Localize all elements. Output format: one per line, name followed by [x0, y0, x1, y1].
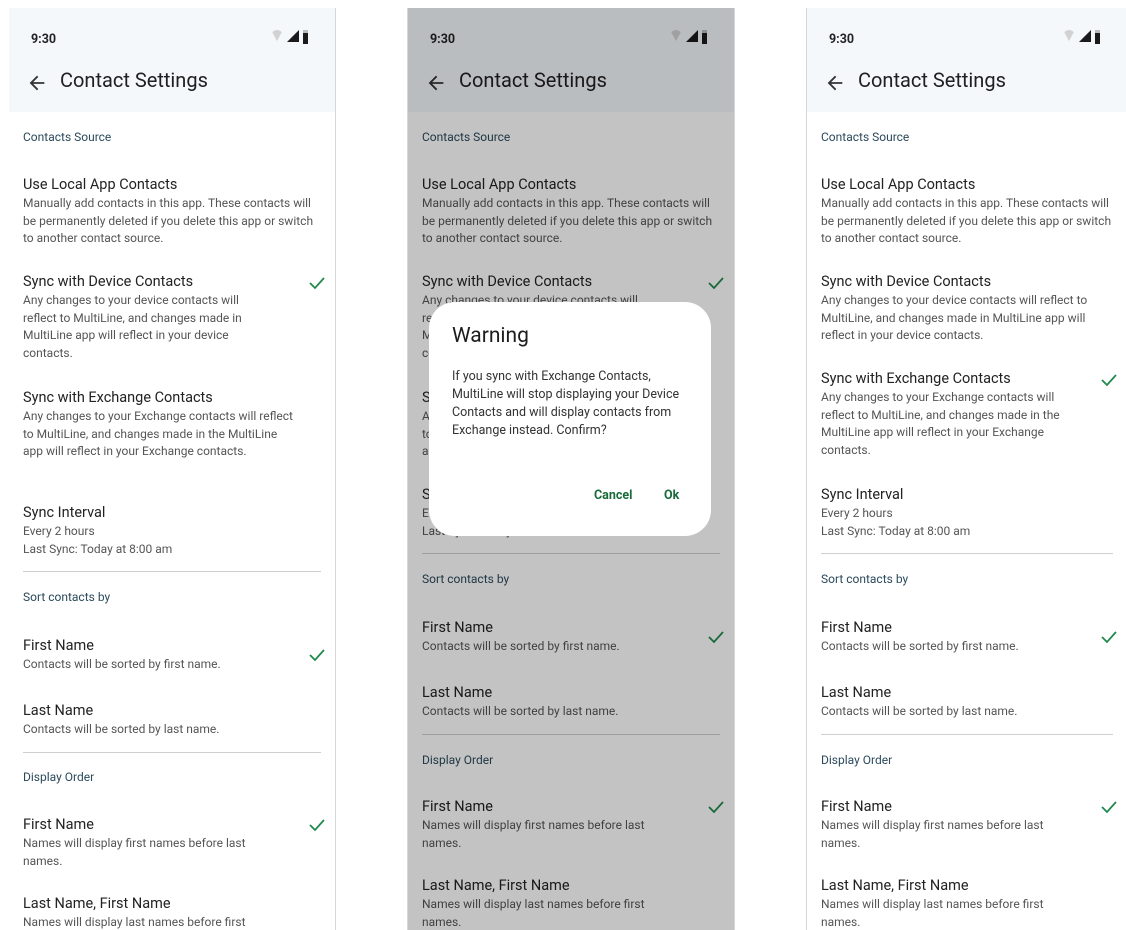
status-time: 9:30: [829, 32, 855, 47]
back-arrow-icon[interactable]: [26, 72, 48, 94]
app-bar: 9:30 Contact Settings: [9, 8, 335, 112]
divider: [821, 553, 1113, 554]
option-description: Any changes to your Exchange contacts wi…: [23, 409, 293, 458]
option-title: Sync Interval: [821, 486, 904, 503]
app-bar: 9:30 Contact Settings: [807, 8, 1126, 112]
option-display-first-name[interactable]: First Name Names will display first name…: [821, 798, 1067, 852]
option-description: Names will display last names before fir…: [821, 897, 1044, 929]
section-header-contacts-source: Contacts Source: [821, 130, 910, 144]
option-local-contacts[interactable]: Use Local App Contacts Manually add cont…: [23, 176, 321, 248]
option-display-last-first[interactable]: Last Name, First Name Names will display…: [821, 877, 1067, 930]
status-time: 9:30: [31, 32, 57, 47]
last-sync-text: Last Sync: Today at 8:00 am: [821, 523, 971, 538]
option-description: Any changes to your Exchange contacts wi…: [821, 390, 1060, 457]
option-display-last-first[interactable]: Last Name, First Name Names will display…: [23, 895, 275, 930]
option-title: Sync with Exchange Contacts: [821, 370, 1011, 387]
option-sort-last-name[interactable]: Last Name Contacts will be sorted by las…: [821, 684, 1113, 721]
option-sort-first-name[interactable]: First Name Contacts will be sorted by fi…: [821, 619, 1113, 656]
page-title: Contact Settings: [60, 68, 208, 92]
last-sync-text: Last Sync: Today at 8:00 am: [23, 541, 173, 556]
option-title: Sync with Device Contacts: [821, 273, 992, 290]
option-exchange-contacts[interactable]: Sync with Exchange Contacts Any changes …: [821, 370, 1067, 459]
option-description: Contacts will be sorted by first name.: [821, 639, 1019, 653]
option-description: Names will display first names before la…: [821, 818, 1044, 850]
option-sync-interval[interactable]: Sync Interval Every 2 hours Last Sync: T…: [821, 486, 1113, 540]
option-description: Any changes to your device contacts will…: [821, 293, 1088, 342]
option-device-contacts[interactable]: Sync with Device Contacts Any changes to…: [23, 273, 275, 362]
option-description: Any changes to your device contacts will…: [23, 293, 242, 360]
section-header-contacts-source: Contacts Source: [23, 130, 112, 144]
option-display-first-name[interactable]: First Name Names will display first name…: [23, 816, 275, 870]
option-exchange-contacts[interactable]: Sync with Exchange Contacts Any changes …: [23, 389, 295, 461]
check-icon: [309, 649, 325, 662]
option-description: Names will display first names before la…: [23, 836, 246, 868]
wifi-icon: [271, 30, 283, 41]
check-icon: [309, 277, 325, 290]
option-title: Last Name, First Name: [23, 895, 171, 912]
divider: [821, 734, 1113, 735]
check-icon: [1101, 631, 1117, 644]
option-sort-last-name[interactable]: Last Name Contacts will be sorted by las…: [23, 702, 321, 739]
option-local-contacts[interactable]: Use Local App Contacts Manually add cont…: [821, 176, 1113, 248]
option-title: First Name: [821, 619, 892, 636]
option-title: Last Name: [821, 684, 892, 701]
option-sync-interval[interactable]: Sync Interval Every 2 hours Last Sync: T…: [23, 504, 321, 558]
warning-dialog: Warning If you sync with Exchange Contac…: [429, 302, 711, 536]
option-title: Sync with Device Contacts: [23, 273, 194, 290]
cancel-button[interactable]: Cancel: [594, 488, 632, 503]
divider: [23, 571, 321, 572]
option-sort-first-name[interactable]: First Name Contacts will be sorted by fi…: [23, 637, 321, 674]
section-header-sort-by: Sort contacts by: [23, 590, 111, 604]
screen-warning-dialog: 9:30 Contact Settings Contacts Source Us…: [407, 8, 735, 930]
option-description: Manually add contacts in this app. These…: [23, 196, 314, 245]
back-arrow-icon[interactable]: [824, 72, 846, 94]
screen-device-contacts-selected: 9:30 Contact Settings Contacts Source Us…: [9, 8, 336, 930]
section-header-sort-by: Sort contacts by: [821, 572, 909, 586]
signal-icon: [1079, 30, 1091, 42]
screen-exchange-contacts-selected: 9:30 Contact Settings Contacts Source Us…: [806, 8, 1126, 930]
status-icons: [271, 29, 315, 44]
option-title: Sync Interval: [23, 504, 106, 521]
check-icon: [1101, 801, 1117, 814]
status-icons: [1063, 29, 1107, 44]
wifi-icon: [1063, 30, 1075, 41]
option-title: First Name: [23, 637, 94, 654]
battery-icon: [1095, 30, 1100, 44]
option-device-contacts[interactable]: Sync with Device Contacts Any changes to…: [821, 273, 1113, 345]
option-title: Last Name, First Name: [821, 877, 969, 894]
option-title: First Name: [821, 798, 892, 815]
option-title: First Name: [23, 816, 94, 833]
ok-button[interactable]: Ok: [664, 488, 679, 503]
option-description: Contacts will be sorted by last name.: [23, 722, 220, 736]
option-title: Use Local App Contacts: [23, 176, 178, 193]
page-title: Contact Settings: [858, 68, 1006, 92]
option-description: Contacts will be sorted by last name.: [821, 704, 1018, 718]
section-header-display-order: Display Order: [821, 753, 893, 767]
sync-interval-value: Every 2 hours: [23, 524, 95, 538]
status-bar: 9:30: [829, 28, 1107, 47]
sync-interval-value: Every 2 hours: [821, 506, 893, 520]
section-header-display-order: Display Order: [23, 770, 95, 784]
dialog-title: Warning: [452, 324, 529, 348]
divider: [23, 752, 321, 753]
option-title: Use Local App Contacts: [821, 176, 976, 193]
battery-icon: [303, 30, 308, 44]
option-description: Contacts will be sorted by first name.: [23, 657, 221, 671]
option-title: Sync with Exchange Contacts: [23, 389, 213, 406]
option-description: Manually add contacts in this app. These…: [821, 196, 1112, 245]
option-description: Names will display last names before fir…: [23, 915, 246, 929]
dialog-message: If you sync with Exchange Contacts, Mult…: [452, 369, 680, 438]
check-icon: [309, 819, 325, 832]
status-bar: 9:30: [31, 28, 315, 47]
signal-icon: [287, 30, 299, 42]
option-title: Last Name: [23, 702, 94, 719]
check-icon: [1101, 374, 1117, 387]
